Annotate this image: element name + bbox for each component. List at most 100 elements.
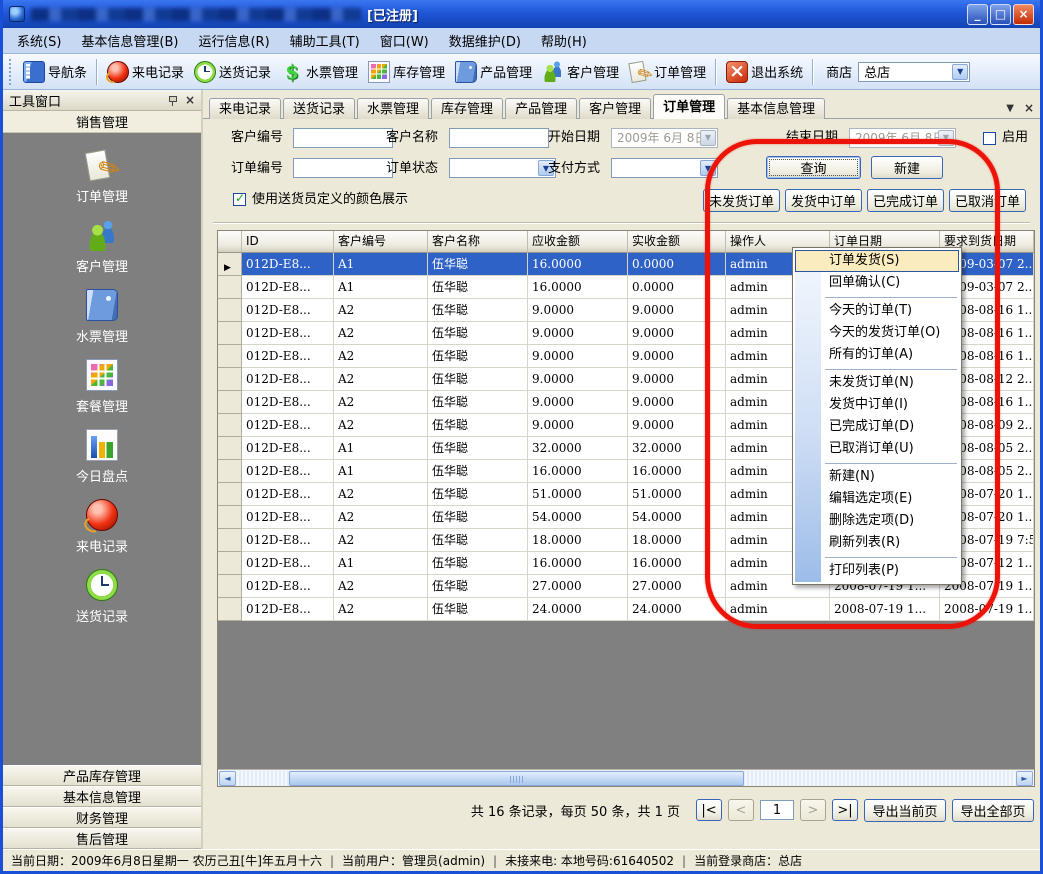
table-column-header[interactable]: 实收金额 [628, 231, 726, 253]
sidebar-nav-item[interactable]: 今日盘点 [76, 429, 128, 485]
new-button[interactable]: 新建 [871, 156, 943, 179]
row-selector-cell[interactable] [218, 276, 242, 299]
toolbar-button[interactable]: 库存管理 [363, 59, 450, 85]
query-button[interactable]: 查询 [766, 156, 861, 179]
sidebar-nav-item[interactable]: 送货记录 [76, 569, 128, 625]
order-status-filter-button[interactable]: 已完成订单 [867, 189, 944, 212]
row-selector-cell[interactable] [218, 575, 242, 598]
row-selector-cell[interactable] [218, 552, 242, 575]
row-selector-cell[interactable] [218, 414, 242, 437]
tab-list-dropdown-icon[interactable]: ▼ [1006, 103, 1014, 114]
chevron-down-icon[interactable]: ▼ [952, 64, 968, 80]
sidebar-nav-item[interactable]: 订单管理 [76, 149, 128, 205]
menu-bar-item[interactable]: 数据维护(D) [439, 28, 531, 53]
close-button[interactable]: × [1013, 4, 1034, 25]
context-menu-item[interactable]: 回单确认(C) [795, 272, 959, 294]
row-selector-cell[interactable] [218, 299, 242, 322]
last-page-button[interactable]: >| [832, 799, 858, 821]
context-menu-item[interactable]: 今天的发货订单(O) [795, 322, 959, 344]
sidebar-nav-item[interactable]: 水票管理 [76, 289, 128, 345]
sidebar-section-header[interactable]: 售后管理 [3, 828, 201, 849]
sidebar-section-header[interactable]: 财务管理 [3, 807, 201, 828]
row-selector-cell[interactable] [218, 253, 242, 276]
context-menu-item[interactable]: 所有的订单(A) [795, 344, 959, 366]
chevron-down-icon[interactable]: ▼ [700, 160, 716, 176]
toolbar-button[interactable]: 来电记录 [102, 59, 189, 85]
minimize-button[interactable]: _ [967, 4, 988, 25]
row-selector-cell[interactable] [218, 437, 242, 460]
row-selector-cell[interactable] [218, 368, 242, 391]
menu-bar-item[interactable]: 基本信息管理(B) [71, 28, 188, 53]
close-icon[interactable]: × [185, 94, 195, 106]
table-column-header[interactable]: 客户编号 [334, 231, 428, 253]
order-status-combobox[interactable]: ▼ [449, 158, 556, 178]
context-menu-item[interactable]: 删除选定项(D) [795, 510, 959, 532]
customer-name-input[interactable] [449, 128, 549, 148]
row-selector-cell[interactable] [218, 345, 242, 368]
document-tab[interactable]: 产品管理 [505, 98, 577, 119]
context-menu-item[interactable]: 打印列表(P) [795, 560, 959, 582]
sidebar-nav-item[interactable]: 来电记录 [76, 499, 128, 555]
row-selector-cell[interactable] [218, 391, 242, 414]
sidebar-nav-item[interactable]: 套餐管理 [76, 359, 128, 415]
menu-bar-item[interactable]: 帮助(H) [531, 28, 597, 53]
menu-bar-item[interactable]: 运行信息(R) [188, 28, 279, 53]
horizontal-scrollbar[interactable]: ◄ ► [218, 769, 1034, 786]
sidebar-nav-item[interactable]: 客户管理 [76, 219, 128, 275]
pin-icon[interactable] [168, 95, 177, 106]
enable-date-checkbox[interactable] [983, 132, 996, 145]
document-tab[interactable]: 送货记录 [283, 98, 355, 119]
payment-method-combobox[interactable]: ▼ [611, 158, 718, 178]
document-tab[interactable]: 客户管理 [579, 98, 651, 119]
context-menu-item[interactable]: 已完成订单(D) [795, 416, 959, 438]
table-row[interactable]: 012D-E8... A2 伍华聪 24.0000 24.0000 admin … [218, 598, 1034, 621]
customer-no-input[interactable] [293, 128, 393, 148]
prev-page-button[interactable]: < [728, 799, 754, 821]
next-page-button[interactable]: > [800, 799, 826, 821]
table-column-header[interactable]: 客户名称 [428, 231, 528, 253]
context-menu-item[interactable]: 刷新列表(R) [795, 532, 959, 554]
toolbar-button[interactable]: 产品管理 [450, 59, 537, 85]
scroll-left-icon[interactable]: ◄ [219, 771, 236, 786]
menu-bar-item[interactable]: 辅助工具(T) [280, 28, 370, 53]
document-tab[interactable]: 订单管理 [653, 94, 725, 119]
toolbar-button[interactable]: 订单管理 [624, 59, 711, 85]
document-tab[interactable]: 来电记录 [209, 98, 281, 119]
page-number-input[interactable]: 1 [760, 800, 794, 820]
toolbar-button[interactable]: 导航条 [18, 59, 92, 85]
context-menu-item[interactable]: 订单发货(S) [795, 250, 959, 272]
export-all-pages-button[interactable]: 导出全部页 [952, 799, 1034, 822]
toolbar-button[interactable]: 退出系统 [721, 59, 808, 85]
sidebar-section-header[interactable]: 基本信息管理 [3, 786, 201, 807]
toolbar-button[interactable]: 水票管理 [276, 59, 363, 85]
title-bar[interactable]: [已注册] _ □ × [3, 0, 1040, 28]
close-tab-icon[interactable]: × [1024, 102, 1034, 114]
context-menu-item[interactable]: 新建(N) [795, 466, 959, 488]
row-selector-cell[interactable] [218, 506, 242, 529]
context-menu-item[interactable]: 今天的订单(T) [795, 300, 959, 322]
order-no-input[interactable] [293, 158, 393, 178]
context-menu-item[interactable]: 发货中订单(I) [795, 394, 959, 416]
row-selector-cell[interactable] [218, 598, 242, 621]
context-menu-item[interactable]: 未发货订单(N) [795, 372, 959, 394]
table-column-header[interactable]: ID [242, 231, 334, 253]
sidebar-active-section-header[interactable]: 销售管理 [3, 111, 201, 133]
shop-combobox[interactable]: 总店 ▼ [858, 62, 970, 82]
order-status-filter-button[interactable]: 未发货订单 [703, 189, 780, 212]
scrollbar-thumb[interactable] [289, 771, 744, 786]
document-tab[interactable]: 水票管理 [357, 98, 429, 119]
menu-bar-item[interactable]: 系统(S) [7, 28, 71, 53]
maximize-button[interactable]: □ [990, 4, 1011, 25]
row-selector-cell[interactable] [218, 460, 242, 483]
scrollbar-track[interactable] [237, 771, 1015, 786]
order-status-filter-button[interactable]: 已取消订单 [949, 189, 1026, 212]
row-selector-cell[interactable] [218, 483, 242, 506]
document-tab[interactable]: 基本信息管理 [727, 98, 825, 119]
toolbar-grip[interactable] [9, 59, 13, 85]
row-selector-cell[interactable] [218, 529, 242, 552]
document-tab[interactable]: 库存管理 [431, 98, 503, 119]
toolbar-button[interactable]: 客户管理 [537, 59, 624, 85]
row-selector-cell[interactable] [218, 322, 242, 345]
export-current-page-button[interactable]: 导出当前页 [864, 799, 946, 822]
scroll-right-icon[interactable]: ► [1016, 771, 1033, 786]
